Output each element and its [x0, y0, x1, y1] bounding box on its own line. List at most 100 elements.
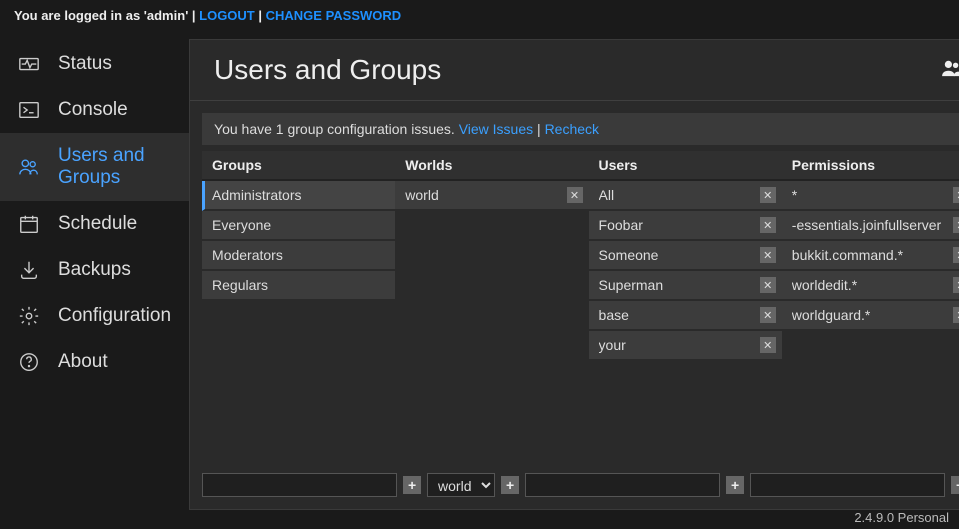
- sidebar-item-configuration[interactable]: Configuration: [0, 293, 189, 339]
- sidebar-item-label: Status: [58, 53, 112, 75]
- users-add-button[interactable]: +: [726, 476, 744, 494]
- groups-add-button[interactable]: +: [403, 476, 421, 494]
- remove-button[interactable]: ✕: [760, 307, 776, 323]
- remove-button[interactable]: ✕: [953, 307, 959, 323]
- worlds-add-button[interactable]: +: [501, 476, 519, 494]
- users-icon: [18, 156, 40, 178]
- worlds-add-select[interactable]: world: [427, 473, 495, 497]
- login-text-suffix: ' |: [185, 8, 199, 23]
- remove-button[interactable]: ✕: [760, 277, 776, 293]
- topbar: You are logged in as 'admin' | LOGOUT | …: [0, 0, 959, 31]
- sidebar-item-label: Schedule: [58, 213, 137, 235]
- login-text-prefix: You are logged in as ': [14, 8, 147, 23]
- page-header: Users and Groups: [190, 40, 959, 101]
- remove-button[interactable]: ✕: [567, 187, 583, 203]
- remove-button[interactable]: ✕: [953, 187, 959, 203]
- sidebar-item-status[interactable]: Status: [0, 41, 189, 87]
- version-label: 2.4.9.0 Personal: [854, 510, 949, 525]
- groups-row[interactable]: Administrators: [202, 181, 395, 211]
- permissions-row[interactable]: worldedit.* ✕: [782, 271, 959, 301]
- permissions-row-label: worldguard.*: [792, 307, 871, 323]
- terminal-icon: [18, 99, 40, 121]
- users-row[interactable]: your ✕: [589, 331, 782, 361]
- page-title: Users and Groups: [214, 54, 441, 86]
- groups-row-label: Moderators: [212, 247, 283, 263]
- permissions-column: Permissions*✕-essentials.joinfullserver✕…: [782, 151, 959, 465]
- sidebar-item-label: Console: [58, 99, 128, 121]
- gear-icon: [18, 305, 40, 327]
- view-issues-link[interactable]: View Issues: [459, 121, 533, 137]
- sidebar-item-schedule[interactable]: Schedule: [0, 201, 189, 247]
- sidebar-item-label: Users and Groups: [58, 145, 171, 189]
- remove-button[interactable]: ✕: [953, 277, 959, 293]
- users-row[interactable]: Someone ✕: [589, 241, 782, 271]
- permissions-header: Permissions: [782, 151, 959, 181]
- columns: Groups Administrators Everyone Moderators Re…: [202, 151, 959, 465]
- users-list: All ✕ Foobar ✕ Someone ✕ Superman ✕ base ✕ your ✕: [589, 181, 782, 465]
- permissions-row-label: *: [792, 187, 797, 203]
- groups-add-input[interactable]: [202, 473, 397, 497]
- remove-button[interactable]: ✕: [953, 217, 959, 233]
- users-header: Users: [589, 151, 782, 181]
- sidebar-item-console[interactable]: Console: [0, 87, 189, 133]
- worlds-header: Worlds: [395, 151, 588, 181]
- users-row[interactable]: Superman ✕: [589, 271, 782, 301]
- users-row[interactable]: base ✕: [589, 301, 782, 331]
- users-row-label: Superman: [599, 277, 664, 293]
- notice-sep: |: [533, 121, 544, 137]
- groups-row[interactable]: Moderators: [202, 241, 395, 271]
- main-panel: Users and Groups You have 1 group config…: [189, 39, 959, 510]
- remove-button[interactable]: ✕: [953, 247, 959, 263]
- permissions-add-input[interactable]: [750, 473, 945, 497]
- users-row[interactable]: Foobar ✕: [589, 211, 782, 241]
- worlds-list: world ✕: [395, 181, 588, 465]
- users-add-input[interactable]: [525, 473, 720, 497]
- permissions-row[interactable]: -essentials.joinfullserver✕: [782, 211, 959, 241]
- groups-row[interactable]: Everyone: [202, 211, 395, 241]
- notice-text: You have 1 group configuration issues.: [214, 121, 459, 137]
- question-icon: [18, 351, 40, 373]
- sidebar-item-backups[interactable]: Backups: [0, 247, 189, 293]
- permissions-row[interactable]: *✕: [782, 181, 959, 211]
- users-row-label: All: [599, 187, 615, 203]
- remove-button[interactable]: ✕: [760, 187, 776, 203]
- groups-list: Administrators Everyone Moderators Regulars: [202, 181, 395, 465]
- footer-inputs: + world + + +: [202, 465, 959, 497]
- users-row-label: your: [599, 337, 626, 353]
- users-row-label: base: [599, 307, 629, 323]
- recheck-link[interactable]: Recheck: [545, 121, 599, 137]
- notice-bar: You have 1 group configuration issues. V…: [202, 113, 959, 145]
- worlds-row[interactable]: world ✕: [395, 181, 588, 211]
- groups-row-label: Administrators: [212, 187, 301, 203]
- users-icon: [941, 59, 959, 82]
- permissions-add-button[interactable]: +: [951, 476, 959, 494]
- download-icon: [18, 259, 40, 281]
- heartbeat-icon: [18, 53, 40, 75]
- groups-header: Groups: [202, 151, 395, 181]
- sidebar-item-users-and-groups[interactable]: Users and Groups: [0, 133, 189, 201]
- users-row-label: Foobar: [599, 217, 643, 233]
- permissions-row-label: worldedit.*: [792, 277, 857, 293]
- sidebar-item-label: Backups: [58, 259, 131, 281]
- permissions-list: *✕-essentials.joinfullserver✕bukkit.comm…: [782, 181, 959, 465]
- change-password-link[interactable]: CHANGE PASSWORD: [266, 8, 402, 23]
- remove-button[interactable]: ✕: [760, 247, 776, 263]
- sidebar-item-label: About: [58, 351, 108, 373]
- permissions-row[interactable]: worldguard.* ✕: [782, 301, 959, 331]
- calendar-icon: [18, 213, 40, 235]
- login-username: admin: [147, 8, 185, 23]
- worlds-row-label: world: [405, 187, 438, 203]
- logout-link[interactable]: LOGOUT: [199, 8, 255, 23]
- permissions-row[interactable]: bukkit.command.* ✕: [782, 241, 959, 271]
- worlds-column: Worlds world ✕: [395, 151, 588, 465]
- remove-button[interactable]: ✕: [760, 217, 776, 233]
- users-column: UsersAll✕Foobar✕Someone✕Superman✕base✕yo…: [589, 151, 782, 465]
- users-row-label: Someone: [599, 247, 659, 263]
- groups-row[interactable]: Regulars: [202, 271, 395, 301]
- sidebar: Status Console Users and Groups Schedule Bac…: [0, 31, 189, 510]
- sidebar-item-about[interactable]: About: [0, 339, 189, 385]
- remove-button[interactable]: ✕: [760, 337, 776, 353]
- groups-row-label: Regulars: [212, 277, 268, 293]
- users-row[interactable]: All ✕: [589, 181, 782, 211]
- permissions-row-label: bukkit.command.*: [792, 247, 903, 263]
